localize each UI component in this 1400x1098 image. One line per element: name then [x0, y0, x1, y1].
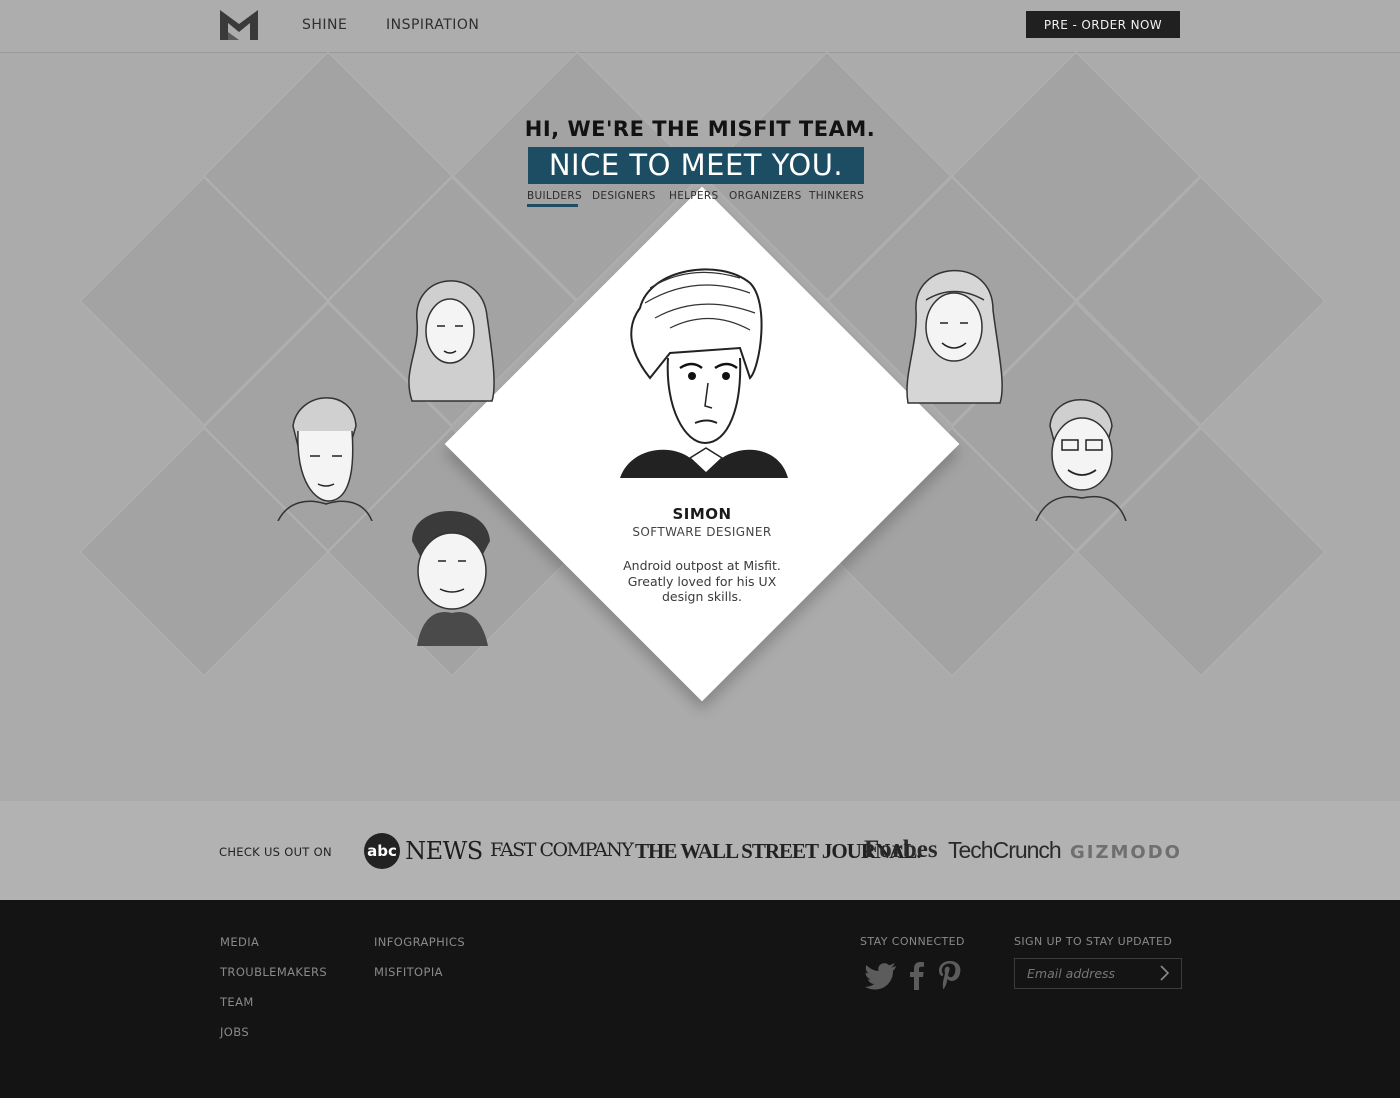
pinterest-icon[interactable]	[937, 960, 963, 990]
team-hero-section: HI, WE'RE THE MISFIT TEAM. NICE TO MEET …	[0, 52, 1400, 801]
active-tab-underline	[527, 204, 578, 207]
footer-link-troublemakers[interactable]: TROUBLEMAKERS	[220, 965, 327, 979]
member-bio: Android outpost at Misfit. Greatly loved…	[623, 558, 781, 604]
footer-link-team[interactable]: TEAM	[220, 995, 254, 1009]
team-portrait-man-glasses[interactable]	[1028, 386, 1133, 521]
tab-organizers[interactable]: ORGANIZERS	[729, 190, 802, 202]
top-navigation-bar: SHINE INSPIRATION PRE - ORDER NOW	[0, 0, 1400, 53]
email-input[interactable]	[1027, 964, 1147, 982]
team-portrait-woman-bangs[interactable]	[898, 255, 1008, 405]
footer-link-media[interactable]: MEDIA	[220, 935, 259, 949]
simon-portrait	[620, 268, 788, 478]
misfit-logo[interactable]	[220, 10, 258, 40]
nav-link-shine[interactable]: SHINE	[302, 17, 347, 33]
facebook-icon[interactable]	[906, 960, 926, 990]
team-portrait-man-caricature[interactable]	[402, 501, 502, 646]
tab-designers[interactable]: DESIGNERS	[592, 190, 656, 202]
forbes-logo[interactable]: Forbes	[864, 836, 938, 864]
hero-heading-line1: HI, WE'RE THE MISFIT TEAM.	[524, 117, 876, 141]
team-portrait-man-wavy-hair[interactable]	[268, 386, 378, 521]
techcrunch-logo[interactable]: TechCrunch	[948, 837, 1062, 864]
twitter-icon[interactable]	[864, 960, 898, 990]
site-footer: MEDIA TROUBLEMAKERS TEAM JOBS INFOGRAPHI…	[0, 900, 1400, 1098]
stay-connected-heading: STAY CONNECTED	[860, 935, 965, 948]
footer-link-misfitopia[interactable]: MISFITOPIA	[374, 965, 443, 979]
abc-badge: abc	[364, 833, 400, 869]
tab-thinkers[interactable]: THINKERS	[809, 190, 864, 202]
hero-heading-line2: NICE TO MEET YOU.	[528, 147, 864, 184]
member-name: SIMON	[672, 505, 732, 523]
member-card: SIMON SOFTWARE DESIGNER Android outpost …	[444, 186, 960, 702]
tab-helpers[interactable]: HELPERS	[669, 190, 718, 202]
team-portrait-woman-long-hair[interactable]	[392, 261, 502, 406]
abc-news-logo[interactable]: abc NEWS	[364, 833, 483, 869]
press-label: CHECK US OUT ON	[219, 845, 332, 859]
press-bar: CHECK US OUT ON abc NEWS FAST COMPANY TH…	[0, 801, 1400, 900]
footer-link-jobs[interactable]: JOBS	[220, 1025, 249, 1039]
signup-heading: SIGN UP TO STAY UPDATED	[1014, 935, 1173, 948]
nav-link-inspiration[interactable]: INSPIRATION	[386, 17, 479, 33]
fast-company-logo[interactable]: FAST COMPANY	[490, 839, 634, 861]
gizmodo-logo[interactable]: GIZMODO	[1070, 842, 1182, 863]
email-signup-form	[1014, 958, 1182, 989]
abc-news-text: NEWS	[405, 837, 483, 865]
submit-arrow-icon[interactable]	[1158, 965, 1170, 981]
pre-order-button[interactable]: PRE - ORDER NOW	[1026, 11, 1180, 38]
tab-builders[interactable]: BUILDERS	[527, 190, 582, 202]
footer-link-infographics[interactable]: INFOGRAPHICS	[374, 935, 465, 949]
member-role: SOFTWARE DESIGNER	[632, 525, 772, 539]
